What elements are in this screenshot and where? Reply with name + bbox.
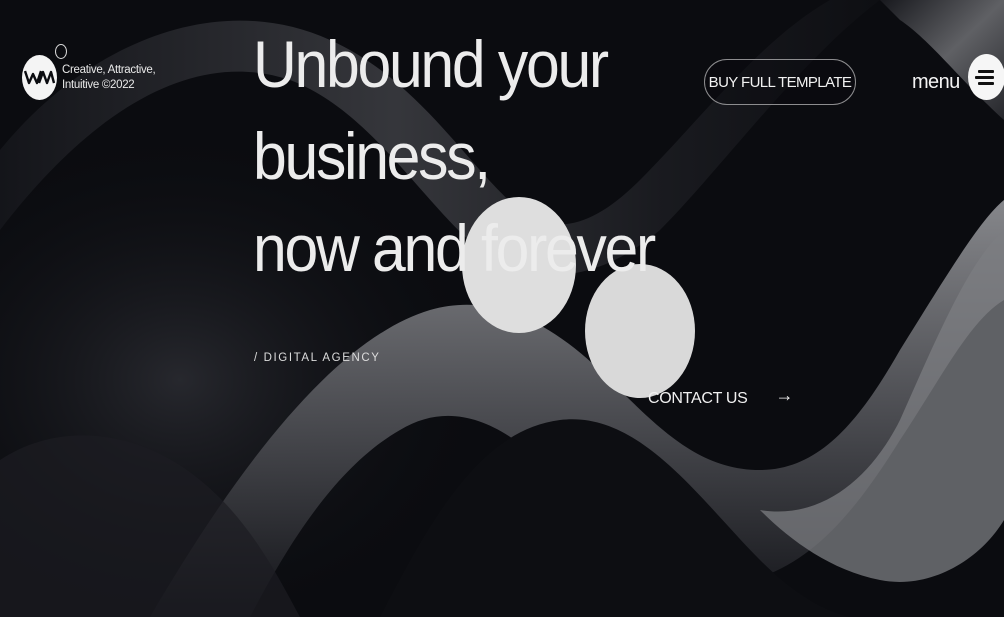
brand-tagline: Creative, Attractive, Intuitive ©2022 <box>62 63 156 93</box>
brand-logo[interactable]: Creative, Attractive, Intuitive ©2022 <box>22 43 156 101</box>
page: Creative, Attractive, Intuitive ©2022 Un… <box>0 0 1004 617</box>
brand-tagline-line-2: Intuitive ©2022 <box>62 79 135 91</box>
hero-title-line-3: now and forever <box>253 211 656 285</box>
contact-us-link[interactable]: CONTACT US → <box>648 385 794 408</box>
hero-title-line-1: Unbound your <box>253 27 609 101</box>
arrow-right-icon: → <box>775 384 794 405</box>
hero-tagline: / DIGITAL AGENCY <box>254 352 381 364</box>
hero-title-line-2: business, <box>253 119 491 193</box>
hamburger-menu-icon[interactable] <box>967 54 1004 100</box>
buy-full-template-button[interactable]: BUY FULL TEMPLATE <box>704 59 856 105</box>
hero-title: Unbound your business, now and forever <box>253 18 656 294</box>
menu-label: menu <box>912 70 960 93</box>
contact-us-label: CONTACT US <box>648 390 748 407</box>
menu-toggle[interactable]: menu <box>912 54 1004 100</box>
wm-logo-icon <box>22 43 67 101</box>
brand-tagline-line-1: Creative, Attractive, <box>62 64 156 76</box>
